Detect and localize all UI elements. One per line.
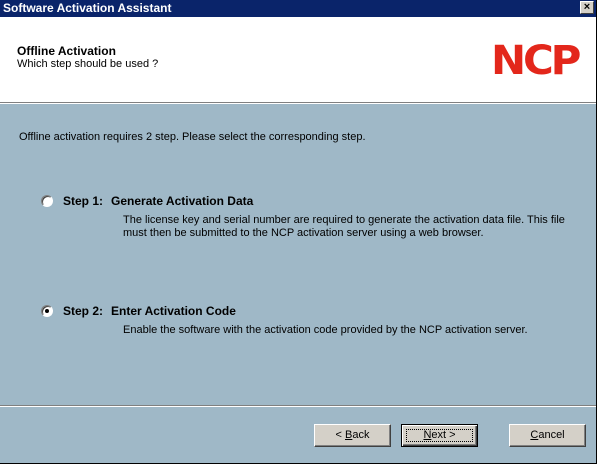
step2-label: Step 2: Enter Activation Code bbox=[63, 304, 236, 318]
step1-radio-button[interactable] bbox=[41, 195, 53, 207]
ncp-logo: NCP bbox=[491, 39, 584, 83]
radio-selected-dot bbox=[45, 309, 49, 313]
focus-rectangle bbox=[406, 429, 473, 442]
header-divider bbox=[0, 103, 596, 104]
step1-label: Step 1: Generate Activation Data bbox=[63, 194, 253, 208]
page-subtitle: Which step should be used ? bbox=[17, 58, 159, 70]
footer-divider bbox=[0, 405, 596, 407]
logo-text: NCP bbox=[491, 38, 581, 84]
step1-number: Step 1: bbox=[63, 194, 104, 208]
wizard-header: Offline Activation Which step should be … bbox=[0, 17, 596, 103]
cancel-button[interactable]: Cancel bbox=[509, 424, 586, 447]
step1-title: Generate Activation Data bbox=[111, 194, 254, 208]
step2-description: Enable the software with the activation … bbox=[123, 324, 528, 336]
next-button[interactable]: Next > bbox=[401, 424, 478, 447]
step1-description: The license key and serial number are re… bbox=[123, 214, 565, 239]
page-title: Offline Activation bbox=[17, 44, 116, 58]
title-bar[interactable]: Software Activation Assistant × bbox=[0, 0, 596, 17]
step2-radio-option[interactable]: Step 2: Enter Activation Code bbox=[41, 304, 236, 318]
step2-title: Enter Activation Code bbox=[111, 304, 236, 318]
intro-text: Offline activation requires 2 step. Plea… bbox=[19, 131, 366, 143]
close-icon: × bbox=[583, 1, 591, 13]
step2-number: Step 2: bbox=[63, 304, 104, 318]
step1-radio-option[interactable]: Step 1: Generate Activation Data bbox=[41, 194, 253, 208]
step2-radio-button[interactable] bbox=[41, 305, 53, 317]
close-button[interactable]: × bbox=[580, 1, 594, 14]
window-title: Software Activation Assistant bbox=[3, 1, 172, 15]
back-button[interactable]: < Back bbox=[314, 424, 391, 447]
activation-dialog: Software Activation Assistant × Offline … bbox=[0, 0, 597, 464]
